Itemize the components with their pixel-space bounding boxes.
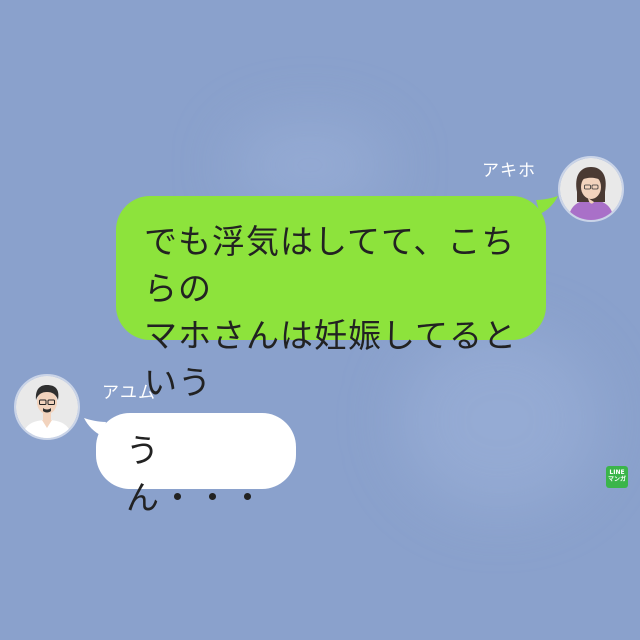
sender-name: アキホ: [482, 161, 536, 181]
chat-area: アキホ でも浮気はしてて、こちらの マホさんは妊娠してるという わけ？: [0, 0, 640, 640]
woman-avatar-icon[interactable]: [558, 156, 624, 222]
logo-text: マンガ: [607, 476, 626, 483]
man-avatar-icon[interactable]: [14, 374, 80, 440]
message-line: でも浮気はしてて、こちらの: [144, 222, 516, 308]
line-manga-logo: LINE マンガ: [606, 466, 628, 488]
sender-name: アユム: [102, 383, 156, 403]
message-bubble[interactable]: うん・・・: [96, 413, 296, 517]
message-line: うん・・・: [126, 431, 266, 517]
message-bubble[interactable]: でも浮気はしてて、こちらの マホさんは妊娠してるという わけ？: [116, 196, 546, 449]
logo-text: LINE: [609, 469, 625, 476]
message-line: マホさんは妊娠してるという: [144, 316, 518, 402]
